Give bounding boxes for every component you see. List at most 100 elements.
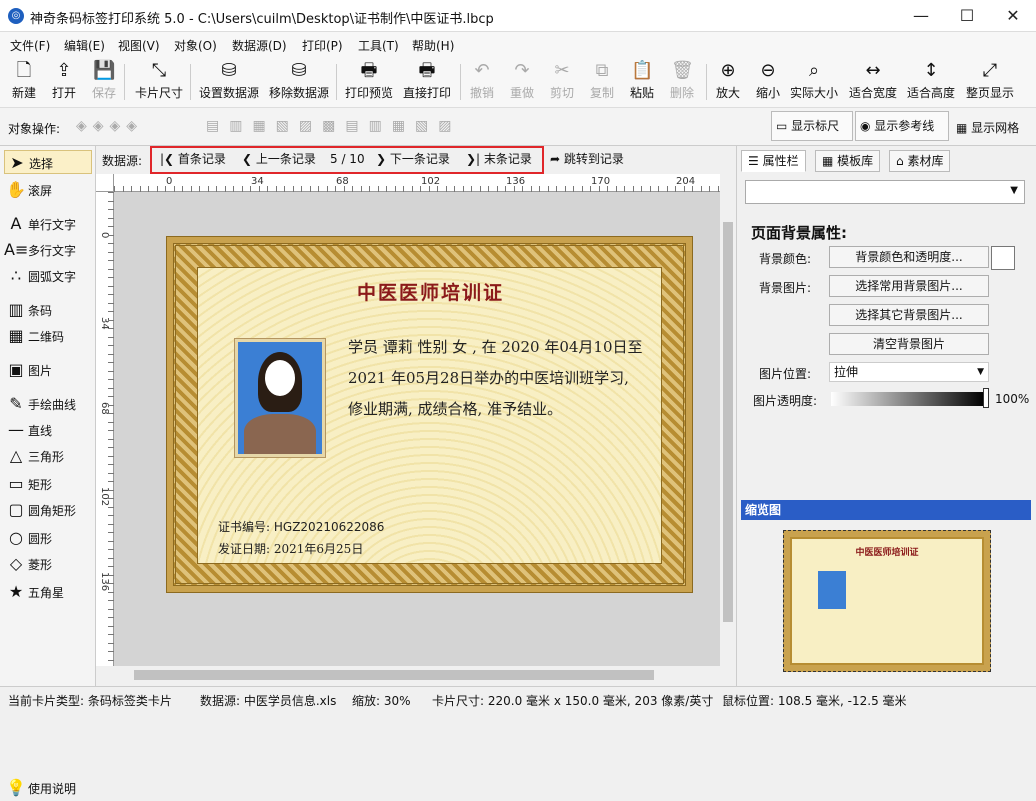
set-datasource-button[interactable]: ⛁ 设置数据源 <box>196 60 262 104</box>
close-button[interactable]: ✕ <box>990 0 1036 32</box>
opacity-slider-handle[interactable] <box>983 388 989 408</box>
certificate-body-text[interactable]: 学员 谭莉 性别 女 , 在 2020 年04月10日至 2021 年05月28… <box>348 332 648 425</box>
choose-other-bg-button[interactable]: 选择其它背景图片... <box>829 304 989 326</box>
prev-record-button[interactable]: ❮ 上一条记录 <box>242 150 316 167</box>
tool-hand[interactable]: ✋ 滚屏 <box>4 178 92 202</box>
open-button[interactable]: ⇪ 打开 <box>48 60 80 104</box>
menu-edit[interactable]: 编辑(E) <box>64 37 105 54</box>
open-icon: ⇪ <box>56 60 72 81</box>
undo-button[interactable]: ↶ 撤销 <box>466 60 498 104</box>
tool-circle[interactable]: ○ 圆形 <box>4 526 92 550</box>
print-button[interactable]: 🖶 直接打印 <box>400 60 454 104</box>
vertical-scroll-thumb[interactable] <box>723 222 733 622</box>
menu-file[interactable]: 文件(F) <box>10 37 50 54</box>
select-icon: ➤ <box>10 153 24 172</box>
certificate-title[interactable]: 中医医师培训证 <box>198 278 663 305</box>
zoom-in-button[interactable]: ⊕ 放大 <box>712 60 744 104</box>
horizontal-scroll-thumb[interactable] <box>134 670 654 680</box>
fit-page-button[interactable]: ⤢ 整页显示 <box>964 60 1016 104</box>
remove-datasource-button[interactable]: ⛁ 移除数据源 <box>266 60 332 104</box>
tool-barcode[interactable]: ▥ 条码 <box>4 298 92 322</box>
actual-size-button[interactable]: ⌕ 实际大小 <box>790 60 838 104</box>
tool-rectangle[interactable]: ▭ 矩形 <box>4 472 92 496</box>
preview-thumbnail[interactable]: 中医医师培训证 <box>783 530 991 672</box>
menu-object[interactable]: 对象(O) <box>174 37 217 54</box>
menu-tools[interactable]: 工具(T) <box>358 37 399 54</box>
status-card-type: 当前卡片类型: 条码标签类卡片 <box>8 694 172 708</box>
tool-star[interactable]: ★ 五角星 <box>4 580 92 604</box>
issue-date-row[interactable]: 发证日期: 2021年6月25日 <box>218 540 363 557</box>
menu-print[interactable]: 打印(P) <box>302 37 343 54</box>
new-file-button[interactable]: 🗋 新建 <box>8 60 40 104</box>
horizontal-scrollbar[interactable] <box>114 666 720 684</box>
delete-button[interactable]: 🗑 删除 <box>666 60 698 104</box>
save-button[interactable]: 💾 保存 <box>88 60 120 104</box>
menu-help[interactable]: 帮助(H) <box>412 37 454 54</box>
copy-icon: ⧉ <box>595 60 609 81</box>
certificate-card[interactable]: 中医医师培训证 学员 谭莉 性别 女 , 在 2020 年04月10日至 202… <box>166 236 693 593</box>
cut-button[interactable]: ✂ 剪切 <box>546 60 578 104</box>
show-grid-toggle[interactable]: ▦ 显示网格 <box>956 119 1019 136</box>
layer-ops-icons: ◈◈◈◈ <box>76 118 144 134</box>
menu-datasource[interactable]: 数据源(D) <box>232 37 287 54</box>
vertical-scrollbar[interactable] <box>720 192 736 666</box>
clear-bg-button[interactable]: 清空背景图片 <box>829 333 989 355</box>
choose-common-bg-button[interactable]: 选择常用背景图片... <box>829 275 989 297</box>
card-size-button[interactable]: ⤡ 卡片尺寸 <box>132 60 186 104</box>
ruler-top: 0 34 68 102 136 170 204 <box>114 174 720 192</box>
bg-color-swatch[interactable] <box>991 246 1015 270</box>
paste-button[interactable]: 📋 粘贴 <box>626 60 658 104</box>
first-record-button[interactable]: |❮ 首条记录 <box>160 150 226 167</box>
issue-date-value: 2021年6月25日 <box>273 542 364 556</box>
last-record-button[interactable]: ❯| 末条记录 <box>466 150 532 167</box>
tool-multi-text[interactable]: A≡多行文字 <box>4 238 92 262</box>
tool-image[interactable]: ▣ 图片 <box>4 358 92 382</box>
preview-cert-title: 中医医师培训证 <box>855 548 919 558</box>
tab-properties[interactable]: ☰ 属性栏 <box>741 150 806 172</box>
tool-diamond[interactable]: ◇ 菱形 <box>4 552 92 576</box>
object-ops-label: 对象操作: <box>8 122 61 136</box>
maximize-button[interactable]: ☐ <box>944 0 990 32</box>
assets-icon: ⌂ <box>896 154 908 168</box>
tool-single-text[interactable]: A 单行文字 <box>4 212 92 236</box>
toolbar-separator <box>336 64 337 100</box>
tool-rounded-rect[interactable]: ▢ 圆角矩形 <box>4 498 92 522</box>
object-select-dropdown[interactable]: ▼ <box>745 180 1025 204</box>
last-icon: ❯| <box>466 152 484 166</box>
menu-view[interactable]: 视图(V) <box>118 37 160 54</box>
minimize-button[interactable]: — <box>898 0 944 32</box>
status-card-size: 卡片尺寸: 220.0 毫米 x 150.0 毫米, 203 像素/英寸 <box>432 694 714 708</box>
tool-qrcode[interactable]: ▦ 二维码 <box>4 324 92 348</box>
show-guides-toggle[interactable]: ◉ 显示参考线 <box>855 111 949 141</box>
line-icon: — <box>8 420 24 439</box>
fit-height-button[interactable]: ↕ 适合高度 <box>906 60 956 104</box>
new-file-icon: 🗋 <box>16 60 32 81</box>
design-canvas[interactable]: 中医医师培训证 学员 谭莉 性别 女 , 在 2020 年04月10日至 202… <box>114 192 720 666</box>
record-position: 5 / 10 <box>330 152 365 166</box>
bg-color-button[interactable]: 背景颜色和透明度... <box>829 246 989 268</box>
next-record-button[interactable]: ❯ 下一条记录 <box>376 150 450 167</box>
opacity-slider[interactable] <box>831 392 985 406</box>
show-ruler-toggle[interactable]: ▭ 显示标尺 <box>771 111 853 141</box>
jump-record-button[interactable]: ➦ 跳转到记录 <box>550 150 624 167</box>
tool-freehand[interactable]: ✎ 手绘曲线 <box>4 392 92 416</box>
tool-arc-text[interactable]: ∴ 圆弧文字 <box>4 264 92 288</box>
chevron-down-icon: ▼ <box>1010 185 1018 196</box>
tab-templates[interactable]: ▦ 模板库 <box>815 150 881 172</box>
tool-triangle[interactable]: △ 三角形 <box>4 444 92 468</box>
cert-no-row[interactable]: 证书编号: HGZ20210622086 <box>218 518 384 535</box>
redo-button[interactable]: ↷ 重做 <box>506 60 538 104</box>
tab-assets[interactable]: ⌂ 素材库 <box>889 150 951 172</box>
student-photo[interactable] <box>234 338 326 458</box>
tool-line[interactable]: — 直线 <box>4 418 92 442</box>
print-icon: 🖶 <box>418 60 436 81</box>
fit-width-button[interactable]: ↔ 适合宽度 <box>848 60 898 104</box>
image-position-label: 图片位置: <box>759 367 812 381</box>
print-preview-button[interactable]: 🖶 打印预览 <box>342 60 396 104</box>
ruler-top-label: 68 <box>336 176 349 187</box>
zoom-out-button[interactable]: ⊖ 缩小 <box>752 60 784 104</box>
tool-select[interactable]: ➤ 选择 <box>4 150 92 174</box>
help-button[interactable]: 💡 使用说明 <box>4 776 92 800</box>
image-position-select[interactable]: 拉伸 ▼ <box>829 362 989 382</box>
copy-button[interactable]: ⧉ 复制 <box>586 60 618 104</box>
